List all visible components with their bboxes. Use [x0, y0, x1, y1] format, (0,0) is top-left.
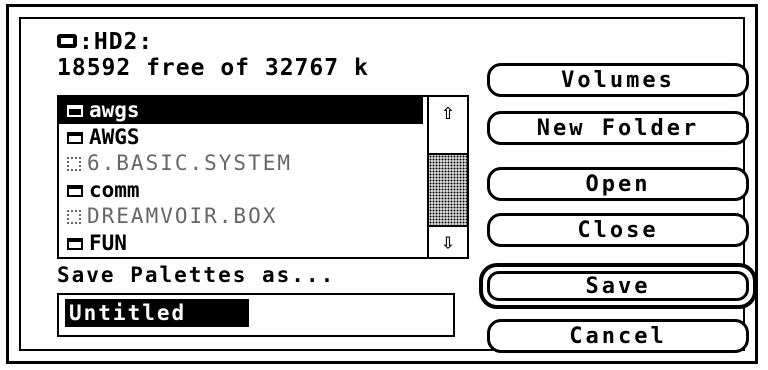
filename-field-box [57, 293, 455, 337]
free-space-text: 18592 free of 32767 k [57, 55, 369, 81]
list-item-label: 6.BASIC.SYSTEM [87, 151, 293, 176]
list-item[interactable]: 6.BASIC.SYSTEM [59, 150, 423, 177]
list-item[interactable]: DREAMVOIR.BOX [59, 203, 423, 230]
scrollbar[interactable]: ⇧ ⇩ [427, 97, 467, 257]
folder-icon [67, 184, 83, 197]
save-dialog: :HD2: 18592 free of 32767 k awgs AWGS 6.… [6, 4, 758, 364]
scroll-thumb[interactable] [429, 127, 467, 155]
folder-icon [67, 237, 83, 250]
open-button[interactable]: Open [487, 167, 749, 201]
volume-name-label: :HD2: [79, 29, 154, 55]
scroll-track[interactable] [429, 155, 467, 225]
list-item-label: comm [89, 177, 140, 202]
list-item-label: DREAMVOIR.BOX [87, 204, 278, 229]
save-prompt: Save Palettes as... [57, 263, 336, 287]
new-folder-button[interactable]: New Folder [487, 111, 749, 145]
list-item[interactable]: awgs [59, 97, 423, 124]
list-item[interactable]: comm [59, 177, 423, 204]
list-item[interactable]: AWGS [59, 124, 423, 151]
cancel-button[interactable]: Cancel [487, 319, 749, 353]
file-list-rows: awgs AWGS 6.BASIC.SYSTEM comm DREAMVOIR.… [59, 97, 423, 257]
list-item-label: AWGS [89, 124, 140, 149]
volumes-button[interactable]: Volumes [487, 63, 749, 97]
down-arrow-icon[interactable]: ⇩ [429, 225, 467, 257]
list-item[interactable]: FUN [59, 230, 423, 257]
file-icon [67, 157, 81, 172]
folder-icon [67, 131, 83, 144]
up-arrow-icon[interactable]: ⇧ [429, 97, 467, 129]
list-item-label: FUN [89, 230, 127, 255]
close-button[interactable]: Close [487, 213, 749, 247]
volume-name: :HD2: [57, 29, 153, 55]
hard-disk-icon [57, 34, 77, 48]
save-button[interactable]: Save [479, 263, 757, 309]
file-icon [67, 210, 81, 225]
folder-icon [67, 105, 83, 117]
save-button-label: Save [487, 271, 749, 301]
list-item-label: awgs [89, 98, 140, 122]
filename-input[interactable] [65, 299, 249, 327]
file-list[interactable]: awgs AWGS 6.BASIC.SYSTEM comm DREAMVOIR.… [57, 95, 469, 259]
